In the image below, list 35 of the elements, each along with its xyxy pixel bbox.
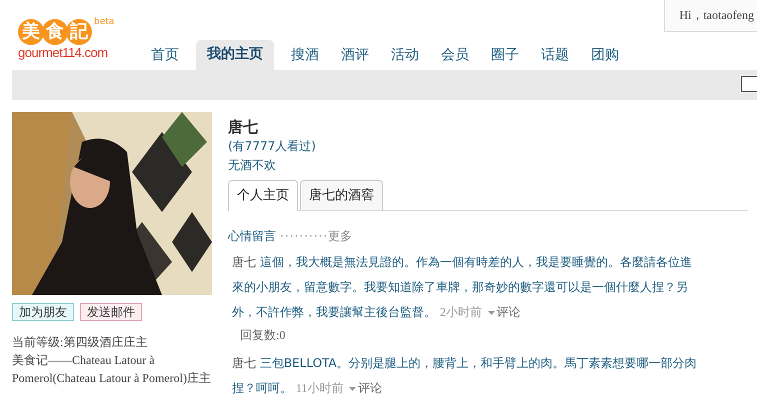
logo-character: 記 [66, 19, 92, 45]
comment-link[interactable]: 评论 [496, 305, 521, 319]
nav-tab[interactable]: 圈子 [480, 42, 530, 70]
profile-tab[interactable]: 个人主页 [228, 180, 298, 211]
profile-info-text: 美食记——Chateau Latour à Pomerol(Chateau Latour à Pomerol)庄主 [12, 352, 212, 387]
profile-tab[interactable]: 唐七的酒窖 [300, 180, 383, 210]
profile-info-text: 当前等级:第四级酒庄庄主 [12, 334, 148, 351]
nav-tab[interactable]: 酒评 [330, 42, 380, 70]
logo-character: 食 [42, 19, 68, 45]
nav-tab[interactable]: 搜酒 [280, 42, 330, 70]
nav-tab[interactable]: 会员 [430, 42, 480, 70]
dotted-leader: ·········· [280, 228, 328, 244]
nav-tab[interactable]: 首页 [140, 42, 190, 70]
comment-link[interactable]: 评论 [358, 381, 382, 395]
reply-count: 回复数:0 [239, 327, 286, 344]
profile-button[interactable]: 加为朋友 [12, 303, 74, 321]
search-field[interactable] [741, 76, 757, 92]
caret-icon [488, 310, 495, 315]
section-title[interactable]: 心情留言 [228, 228, 276, 244]
more-link[interactable]: 更多 [328, 228, 352, 244]
user-greeting: Hi，taotaofeng [664, 0, 757, 32]
caret-icon [349, 386, 356, 391]
beta-label: beta [94, 17, 114, 27]
post-text: 唐七 這個，我大概是無法見證的。作為一個有時差的人，我是要睡覺的。各麼請各位進來的小朋友，留意數字。我要知道除了車牌，那奇妙的數字還可以是一個什麼人捏？另外，不許作弊，我要讓幫主後台監督。 2小时前 评论 [231, 254, 693, 321]
profile-button[interactable]: 发送邮件 [80, 303, 142, 321]
user-motto: 无酒不欢 [228, 157, 277, 174]
logo-character: 美 [18, 19, 44, 45]
user-name: 唐七 [228, 117, 259, 137]
post-text: 唐七 三包BELLOTA。分别是腿上的，腰背上，和手臂上的肉。馬丁素素想要哪一部分肉捏？呵呵。 11小时前 评论 [231, 355, 698, 397]
nav-tab[interactable]: 我的主页 [196, 40, 274, 70]
nav-tab[interactable]: 团购 [580, 42, 630, 70]
view-count: (有7777人看过) [228, 138, 317, 155]
logo-domain: gourmet114.com [18, 45, 109, 60]
nav-tab[interactable]: 话题 [530, 42, 580, 70]
nav-tab[interactable]: 活动 [380, 42, 430, 70]
